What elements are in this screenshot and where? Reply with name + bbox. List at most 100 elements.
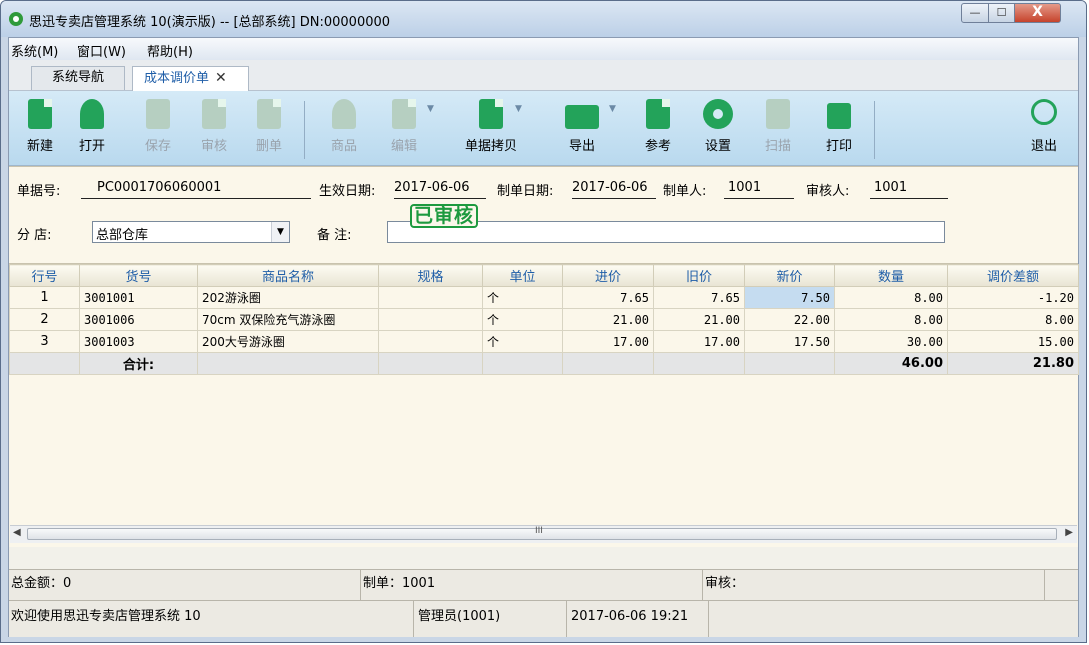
col-spec[interactable]: 规格 <box>378 264 483 287</box>
made-date-field[interactable]: 2017-06-06 <box>572 180 656 199</box>
horizontal-scrollbar[interactable]: ◀ III ▶ <box>10 525 1077 543</box>
cell-diff[interactable]: -1.20 <box>947 286 1079 309</box>
title-bar: 思迅专卖店管理系统 10(演示版) -- [总部系统] DN:00000000 … <box>1 1 1086 37</box>
minimize-button[interactable]: — <box>961 3 989 23</box>
print-button[interactable]: 打印 <box>814 99 864 159</box>
col-qty[interactable]: 数量 <box>834 264 948 287</box>
cell-row-no[interactable]: 3 <box>9 330 80 353</box>
cell-qty[interactable]: 8.00 <box>834 286 948 309</box>
document-header: 单据号: PC0001706060001 生效日期: 2017-06-06 制单… <box>9 166 1078 264</box>
tab-system-nav[interactable]: 系统导航 <box>31 66 125 90</box>
cell-new-price[interactable]: 17.50 <box>744 330 835 353</box>
export-button[interactable]: 导出 <box>557 99 607 159</box>
col-old-price[interactable]: 旧价 <box>653 264 745 287</box>
cell-unit[interactable]: 个 <box>482 308 563 331</box>
col-unit[interactable]: 单位 <box>482 264 563 287</box>
effective-date-field[interactable]: 2017-06-06 <box>394 180 486 199</box>
col-row-no[interactable]: 行号 <box>9 264 80 287</box>
cell-new-price[interactable]: 22.00 <box>744 308 835 331</box>
auditor-field[interactable]: 1001 <box>870 180 948 199</box>
cell-old-price[interactable]: 21.00 <box>653 308 745 331</box>
total-cell-empty <box>197 352 379 375</box>
menu-system[interactable]: 系统(M) <box>11 41 58 60</box>
cell-unit[interactable]: 个 <box>482 330 563 353</box>
cell-item-code[interactable]: 3001006 <box>79 308 198 331</box>
copy-doc-button[interactable]: 单据拷贝 <box>465 99 517 159</box>
status-extra <box>1045 570 1078 600</box>
export-dropdown-icon[interactable]: ▼ <box>609 104 616 114</box>
new-doc-icon <box>28 99 52 129</box>
scroll-left-icon[interactable]: ◀ <box>13 527 21 538</box>
reference-button[interactable]: 参考 <box>633 99 683 159</box>
copy-dropdown-icon[interactable]: ▼ <box>515 104 522 114</box>
scroll-right-icon[interactable]: ▶ <box>1065 527 1073 538</box>
cell-cost[interactable]: 7.65 <box>562 286 654 309</box>
table-header: 行号 货号 商品名称 规格 单位 进价 旧价 新价 数量 调价差额 <box>9 264 1079 287</box>
table-row[interactable]: 1 3001001 202游泳圈 个 7.65 7.65 7.50 8.00 -… <box>9 286 1079 309</box>
tab-label: 成本调价单 <box>144 71 210 86</box>
scan-icon <box>766 99 790 129</box>
total-row: 合计: 46.00 21.80 <box>9 352 1079 375</box>
branch-select[interactable]: 总部仓库 ▼ <box>92 221 290 243</box>
audit-button[interactable]: 审核 <box>189 99 239 159</box>
toolbar-separator <box>874 101 875 159</box>
menu-help[interactable]: 帮助(H) <box>147 41 193 60</box>
cell-spec[interactable] <box>378 308 483 331</box>
edit-button[interactable]: 编辑 <box>379 99 429 159</box>
cell-diff[interactable]: 15.00 <box>947 330 1079 353</box>
status-welcome: 欢迎使用思迅专卖店管理系统 10 <box>9 601 414 637</box>
table-row[interactable]: 3 3001003 200大号游泳圈 个 17.00 17.00 17.50 3… <box>9 330 1079 353</box>
chevron-down-icon[interactable]: ▼ <box>271 222 289 242</box>
cell-item-code[interactable]: 3001003 <box>79 330 198 353</box>
status-total-amount: 总金额：0 <box>9 570 361 600</box>
goods-button[interactable]: 商品 <box>319 99 369 159</box>
cell-new-price[interactable]: 7.50 <box>744 286 835 309</box>
cell-cost[interactable]: 21.00 <box>562 308 654 331</box>
cell-item-name[interactable]: 202游泳圈 <box>197 286 379 309</box>
copy-doc-icon <box>479 99 503 129</box>
cell-diff[interactable]: 8.00 <box>947 308 1079 331</box>
delete-doc-button[interactable]: 删单 <box>244 99 294 159</box>
table-row[interactable]: 2 3001006 70cm 双保险充气游泳圈 个 21.00 21.00 22… <box>9 308 1079 331</box>
export-folder-icon <box>565 105 599 129</box>
scan-button[interactable]: 扫描 <box>753 99 803 159</box>
settings-button[interactable]: 设置 <box>693 99 743 159</box>
save-button[interactable]: 保存 <box>133 99 183 159</box>
open-button[interactable]: 打开 <box>67 99 117 159</box>
cell-old-price[interactable]: 7.65 <box>653 286 745 309</box>
cell-unit[interactable]: 个 <box>482 286 563 309</box>
col-cost[interactable]: 进价 <box>562 264 654 287</box>
doc-no-field[interactable]: PC0001706060001 <box>81 180 311 199</box>
status-user: 管理员(1001) <box>414 601 567 637</box>
tab-close-icon[interactable]: ✕ <box>215 70 227 86</box>
maker-field[interactable]: 1001 <box>724 180 794 199</box>
cell-spec[interactable] <box>378 330 483 353</box>
cell-cost[interactable]: 17.00 <box>562 330 654 353</box>
save-icon <box>146 99 170 129</box>
close-window-button[interactable]: X <box>1014 3 1061 23</box>
maximize-button[interactable]: ☐ <box>988 3 1015 23</box>
cell-item-name[interactable]: 70cm 双保险充气游泳圈 <box>197 308 379 331</box>
cell-old-price[interactable]: 17.00 <box>653 330 745 353</box>
cell-item-name[interactable]: 200大号游泳圈 <box>197 330 379 353</box>
toolbar-separator <box>304 101 305 159</box>
cell-row-no[interactable]: 2 <box>9 308 80 331</box>
col-item-code[interactable]: 货号 <box>79 264 198 287</box>
cell-qty[interactable]: 8.00 <box>834 308 948 331</box>
status-resize-grip[interactable] <box>709 601 1078 637</box>
menu-window[interactable]: 窗口(W) <box>77 41 126 60</box>
reference-icon <box>646 99 670 129</box>
tab-strip: 系统导航 成本调价单 ✕ <box>9 60 1078 91</box>
doc-no-label: 单据号: <box>17 184 61 199</box>
cell-row-no[interactable]: 1 <box>9 286 80 309</box>
delete-doc-icon <box>257 99 281 129</box>
exit-button[interactable]: 退出 <box>1019 99 1069 159</box>
cell-item-code[interactable]: 3001001 <box>79 286 198 309</box>
edit-dropdown-icon[interactable]: ▼ <box>427 104 434 114</box>
tab-cost-adjust[interactable]: 成本调价单 ✕ <box>132 66 249 91</box>
col-new-price[interactable]: 新价 <box>744 264 835 287</box>
col-item-name[interactable]: 商品名称 <box>197 264 379 287</box>
cell-qty[interactable]: 30.00 <box>834 330 948 353</box>
cell-spec[interactable] <box>378 286 483 309</box>
col-diff[interactable]: 调价差额 <box>947 264 1079 287</box>
